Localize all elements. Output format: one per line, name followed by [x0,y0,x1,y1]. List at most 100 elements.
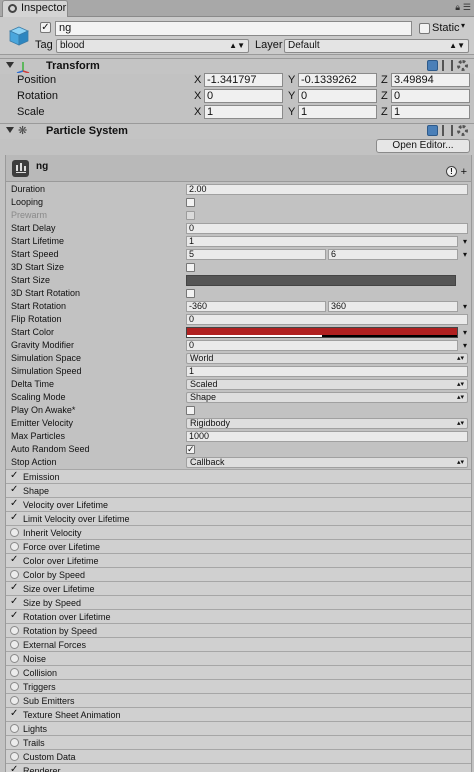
module-row[interactable]: ✓ Texture Sheet Animation [6,707,471,721]
open-editor-button[interactable]: Open Editor... [376,139,470,153]
module-row[interactable]: Noise [6,651,471,665]
warning-icon[interactable]: ! [446,166,457,177]
module-row[interactable]: ✓ Size by Speed [6,595,471,609]
scale-y-field[interactable]: 1 [298,105,377,119]
prop-checkbox[interactable] [186,406,195,415]
position-z-field[interactable]: 3.49894 [391,73,470,87]
start-size-curve[interactable] [186,275,456,286]
module-row[interactable]: ✓ Renderer [6,763,471,772]
preset-icon[interactable] [442,125,453,136]
module-disabled-checkbox[interactable] [10,682,19,691]
tab-inspector[interactable]: Inspector [2,0,68,17]
module-row[interactable]: Triggers [6,679,471,693]
module-enabled-checkbox[interactable]: ✓ [10,611,20,621]
module-row[interactable]: Sub Emitters [6,693,471,707]
module-disabled-checkbox[interactable] [10,626,19,635]
module-disabled-checkbox[interactable] [10,668,19,677]
prop-value-field[interactable]: 0 [186,223,468,234]
module-disabled-checkbox[interactable] [10,752,19,761]
position-y-field[interactable]: -0.1339262 [298,73,377,87]
module-row[interactable]: ✓ Rotation over Lifetime [6,609,471,623]
object-name-field[interactable]: ng [55,21,412,36]
prop-value-field[interactable]: 1 [186,366,468,377]
prop-checkbox[interactable] [186,263,195,272]
module-row[interactable]: Inherit Velocity [6,525,471,539]
module-row[interactable]: Lights [6,721,471,735]
module-row[interactable]: Collision [6,665,471,679]
module-enabled-checkbox[interactable]: ✓ [10,499,20,509]
rotation-z-field[interactable]: 0 [391,89,470,103]
dropdown-caret-icon[interactable]: ▾ [463,235,467,248]
layer-dropdown[interactable]: Default ▲▼ [284,39,469,53]
start-color-swatch[interactable] [186,327,458,338]
foldout-arrow-icon[interactable] [6,62,14,68]
module-row[interactable]: Custom Data [6,749,471,763]
module-row[interactable]: ✓ Shape [6,483,471,497]
prop-dropdown[interactable]: Scaled ▴▾ [186,379,468,390]
module-row[interactable]: ✓ Size over Lifetime [6,581,471,595]
module-row[interactable]: Force over Lifetime [6,539,471,553]
module-disabled-checkbox[interactable] [10,654,19,663]
main-module-header[interactable]: ng ! + [6,155,471,182]
module-enabled-checkbox[interactable]: ✓ [10,765,20,772]
module-enabled-checkbox[interactable]: ✓ [10,597,20,607]
static-checkbox[interactable] [419,23,430,34]
module-disabled-checkbox[interactable] [10,696,19,705]
dropdown-caret-icon[interactable]: ▾ [463,300,467,313]
particle-system-header[interactable]: ❋ Particle System [0,123,474,139]
rotation-x-field[interactable]: 0 [204,89,283,103]
prop-dropdown[interactable]: Rigidbody ▴▾ [186,418,468,429]
prop-dropdown[interactable]: Shape ▴▾ [186,392,468,403]
help-book-icon[interactable] [427,60,438,71]
prop-value-field[interactable]: 1 [186,236,458,247]
module-disabled-checkbox[interactable] [10,542,19,551]
module-row[interactable]: ✓ Color over Lifetime [6,553,471,567]
module-row[interactable]: ✓ Emission [6,469,471,483]
module-row[interactable]: ✓ Limit Velocity over Lifetime [6,511,471,525]
module-disabled-checkbox[interactable] [10,570,19,579]
module-enabled-checkbox[interactable]: ✓ [10,583,20,593]
prop-value-field[interactable]: 1000 [186,431,468,442]
scale-z-field[interactable]: 1 [391,105,470,119]
foldout-arrow-icon[interactable] [6,127,14,133]
static-dropdown-icon[interactable]: ▾ [461,21,465,30]
prop-dropdown[interactable]: Callback ▴▾ [186,457,468,468]
transform-header[interactable]: Transform [0,58,474,74]
prop-checkbox[interactable] [186,289,195,298]
prop-checkbox[interactable] [186,198,195,207]
gear-icon[interactable] [457,60,468,71]
help-book-icon[interactable] [427,125,438,136]
prop-value-field[interactable]: 2.00 [186,184,468,195]
scale-x-field[interactable]: 1 [204,105,283,119]
tag-dropdown[interactable]: blood ▲▼ [56,39,249,53]
module-disabled-checkbox[interactable] [10,640,19,649]
prop-checkbox[interactable]: ✓ [186,445,195,454]
module-enabled-checkbox[interactable]: ✓ [10,555,20,565]
module-row[interactable]: Rotation by Speed [6,623,471,637]
prop-max-field[interactable]: 360 [328,301,458,312]
dropdown-caret-icon[interactable]: ▾ [463,339,467,352]
module-disabled-checkbox[interactable] [10,528,19,537]
module-row[interactable]: External Forces [6,637,471,651]
module-enabled-checkbox[interactable]: ✓ [10,471,20,481]
gear-icon[interactable] [457,125,468,136]
add-icon[interactable]: + [461,167,467,178]
module-row[interactable]: ✓ Velocity over Lifetime [6,497,471,511]
rotation-y-field[interactable]: 0 [298,89,377,103]
prop-value-field[interactable]: 0 [186,340,458,351]
position-x-field[interactable]: -1.341797 [204,73,283,87]
module-row[interactable]: Color by Speed [6,567,471,581]
prop-max-field[interactable]: 6 [328,249,458,260]
module-enabled-checkbox[interactable]: ✓ [10,709,20,719]
menu-icon[interactable]: ☰ [463,2,471,13]
prop-checkbox[interactable] [186,211,195,220]
module-enabled-checkbox[interactable]: ✓ [10,485,20,495]
module-disabled-checkbox[interactable] [10,724,19,733]
preset-icon[interactable] [442,60,453,71]
lock-icon[interactable]: 🔒︎ [455,2,460,13]
active-checkbox[interactable]: ✓ [40,22,51,33]
dropdown-caret-icon[interactable]: ▾ [463,326,467,339]
prop-min-field[interactable]: -360 [186,301,326,312]
prop-dropdown[interactable]: World ▴▾ [186,353,468,364]
module-disabled-checkbox[interactable] [10,738,19,747]
